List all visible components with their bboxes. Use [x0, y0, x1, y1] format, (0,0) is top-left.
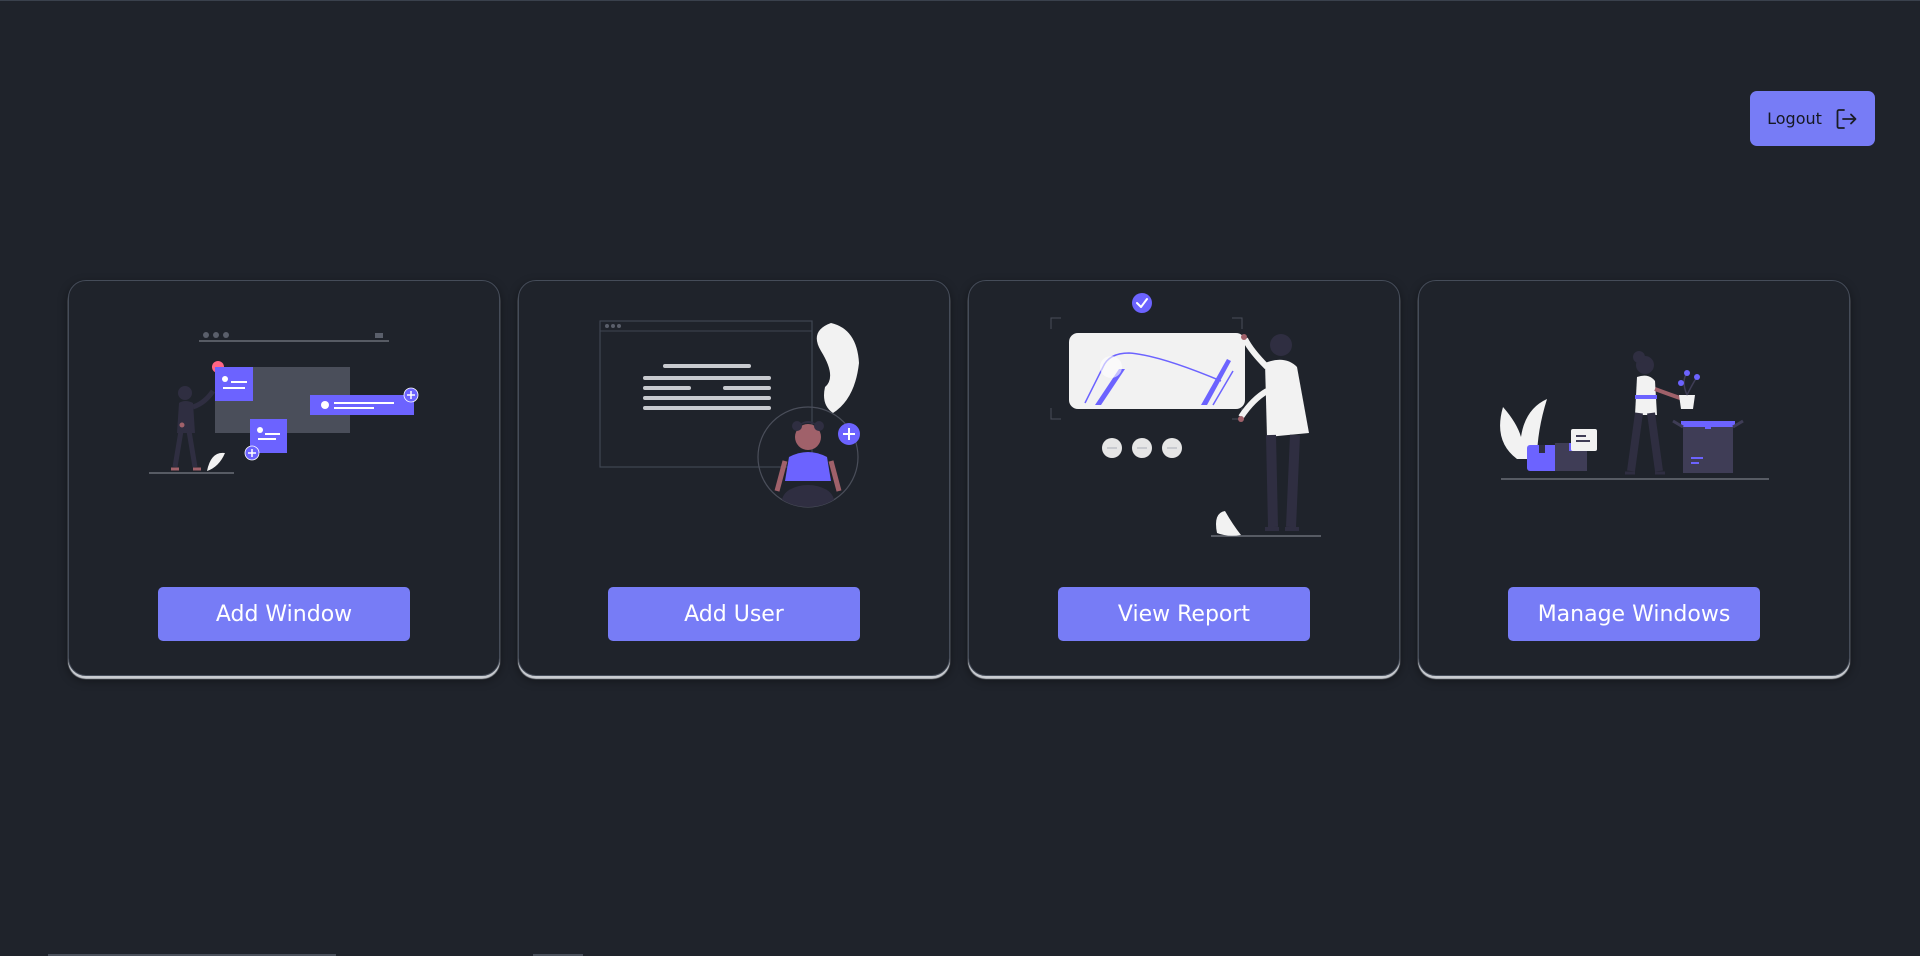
view-report-card: View Report: [968, 280, 1400, 676]
view-report-button[interactable]: View Report: [1058, 587, 1310, 641]
add-user-illustration: [599, 320, 860, 508]
logout-label: Logout: [1767, 109, 1822, 128]
logout-button[interactable]: Logout: [1750, 91, 1875, 146]
manage-windows-illustration: [1500, 351, 1769, 480]
dashboard-page: Logout Add Window Add User View Report M…: [0, 0, 1920, 956]
manage-windows-button[interactable]: Manage Windows: [1508, 587, 1760, 641]
view-report-illustration: [1050, 293, 1321, 537]
manage-windows-card: Manage Windows: [1418, 280, 1850, 676]
action-cards: Add Window Add User View Report Manage W…: [68, 280, 1850, 676]
logout-icon: [1836, 108, 1857, 129]
add-window-illustration: [149, 332, 419, 474]
add-user-button[interactable]: Add User: [608, 587, 860, 641]
add-window-card: Add Window: [68, 280, 500, 676]
add-user-card: Add User: [518, 280, 950, 676]
add-window-button[interactable]: Add Window: [158, 587, 410, 641]
